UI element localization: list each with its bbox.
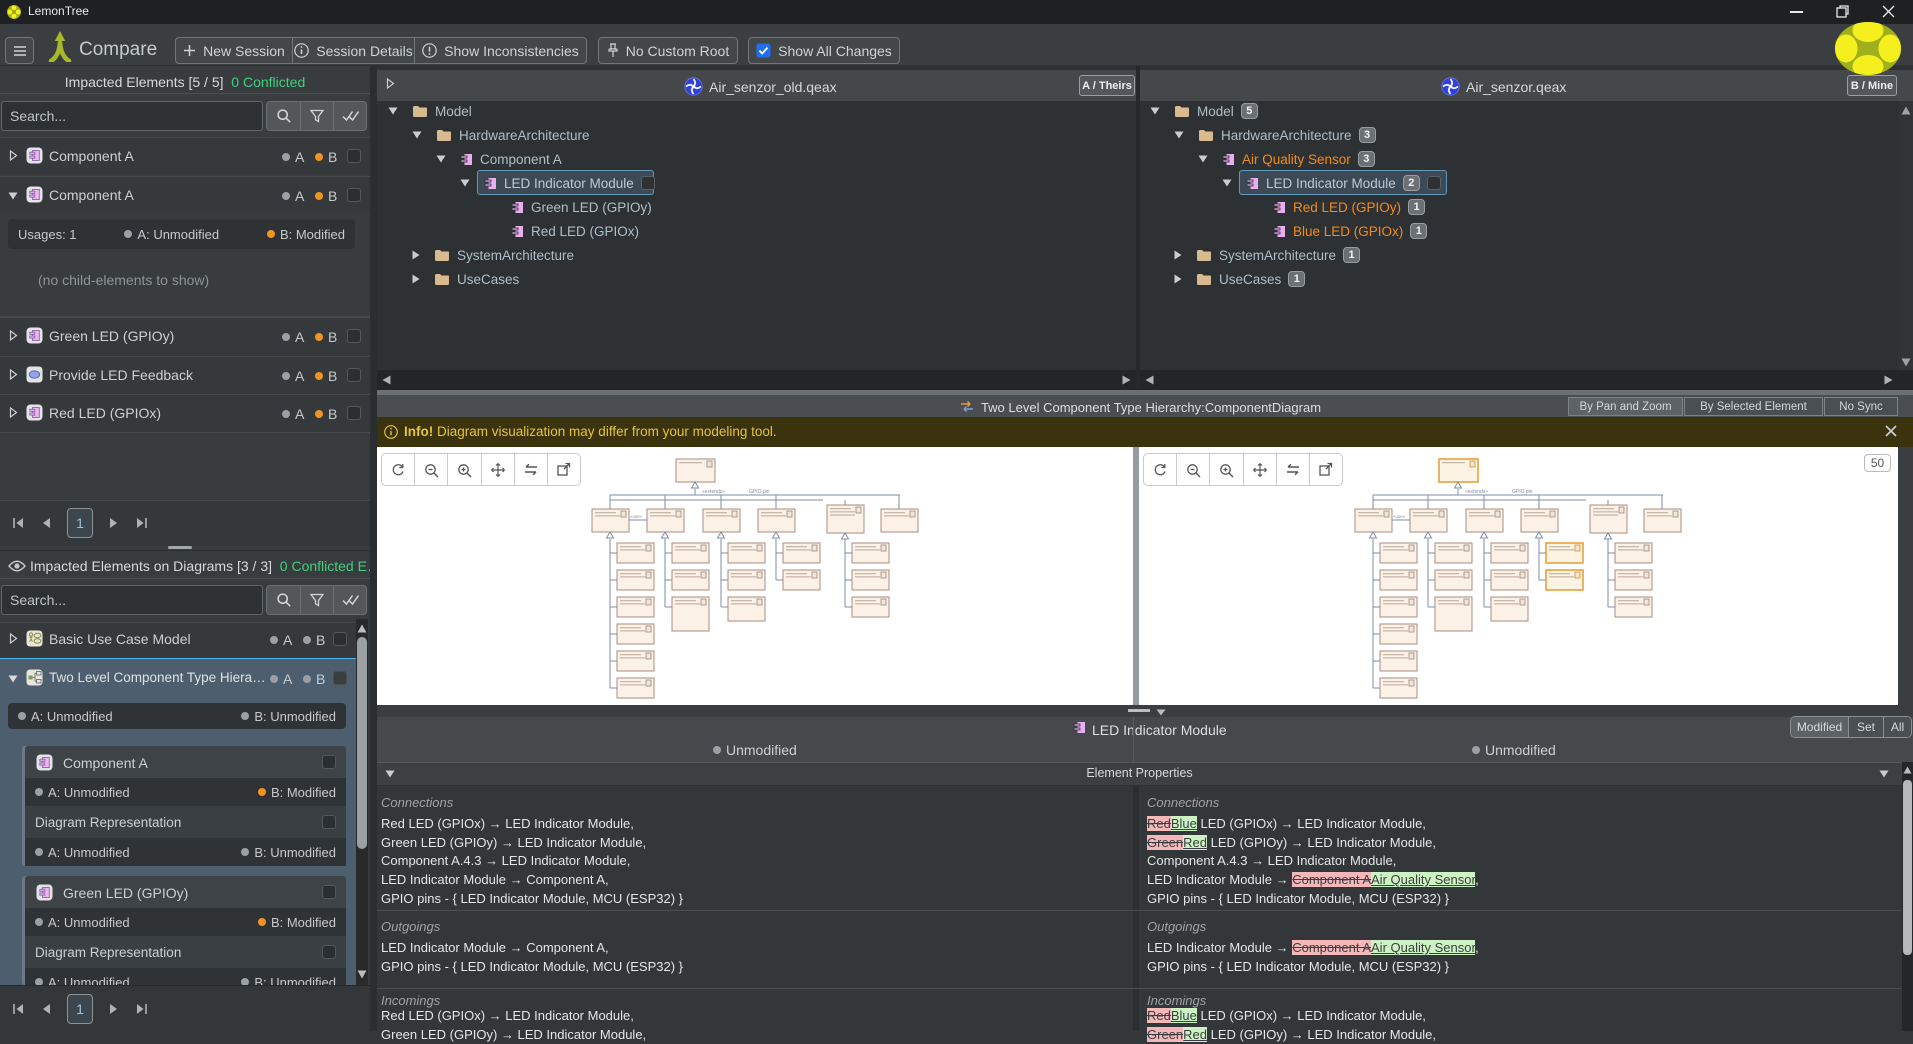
- svg-text:«extends»: «extends»: [702, 489, 725, 495]
- svg-text:GPIO pin: GPIO pin: [749, 489, 770, 495]
- svg-text:GPIO pin: GPIO pin: [1512, 489, 1533, 495]
- svg-text:«extends»: «extends»: [1465, 489, 1488, 495]
- svg-text:«use»: «use»: [1393, 514, 1406, 519]
- svg-text:«use»: «use»: [630, 514, 643, 519]
